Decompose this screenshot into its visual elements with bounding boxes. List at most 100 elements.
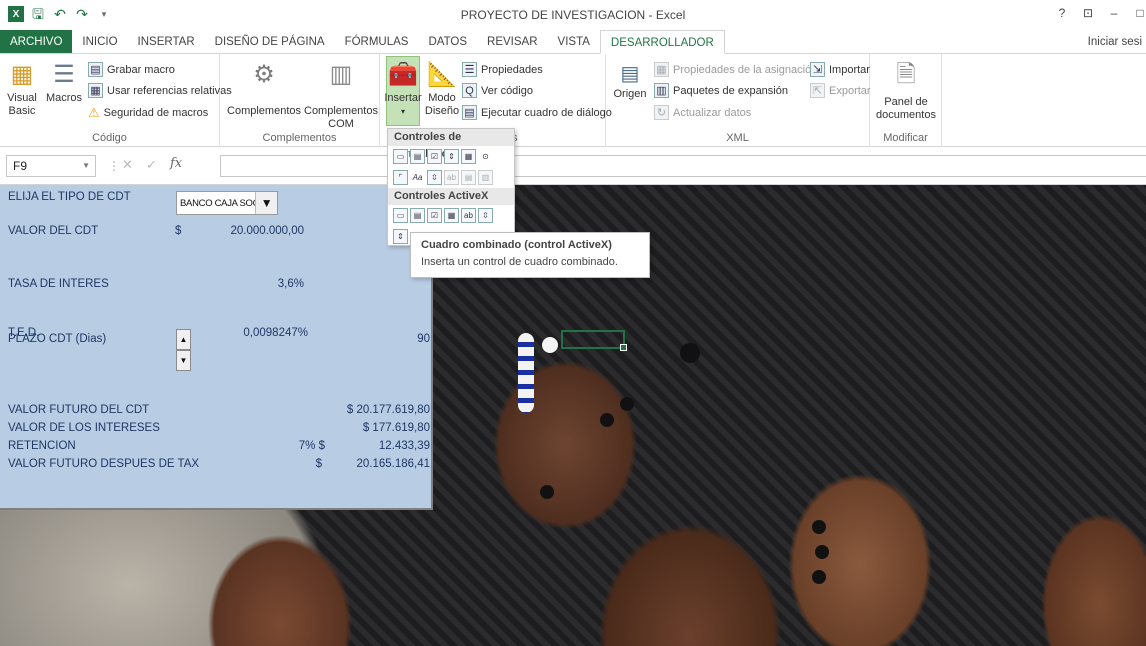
panel-documentos-button[interactable]: 🗎 Panel de documentos xyxy=(874,58,938,122)
spin-up-button[interactable]: ▲ xyxy=(176,329,191,350)
bead-image xyxy=(542,337,558,353)
option-button-control-icon[interactable]: ⊙ xyxy=(478,149,493,164)
ribbon: ▦ Visual Basic ☰ Macros ▤ Grabar macro ▦… xyxy=(0,54,1146,147)
scroll-bar-activex-icon[interactable]: ⇳ xyxy=(478,208,493,223)
ribbon-tabs: ARCHIVO INICIO INSERTAR DISEÑO DE PÁGINA… xyxy=(0,30,1146,54)
visual-basic-icon: ▦ xyxy=(10,60,34,88)
bead-image xyxy=(812,570,826,584)
retencion-label: RETENCION xyxy=(8,440,76,452)
help-button[interactable]: ? xyxy=(1056,6,1068,20)
ver-codigo-button[interactable]: Q Ver código xyxy=(462,83,533,98)
visual-basic-button[interactable]: ▦ Visual Basic xyxy=(6,58,38,118)
spin-down-button[interactable]: ▼ xyxy=(176,350,191,371)
formula-input[interactable] xyxy=(220,155,1146,177)
chevron-down-icon: ▾ xyxy=(400,107,405,116)
command-button-activex-icon[interactable]: ▭ xyxy=(393,208,408,223)
group-complementos: ⚙ Complementos ▥ Complementos COM Comple… xyxy=(220,54,380,147)
complementos-button[interactable]: ⚙ Complementos xyxy=(227,58,301,118)
actualizar-datos-button[interactable]: ↻ Actualizar datos xyxy=(654,105,751,120)
form-controls-row-2: ⌜ Aa ⇳ ab ▤ ▥ xyxy=(388,167,514,188)
spin-button-activex-icon[interactable]: ⇕ xyxy=(393,229,408,244)
tab-inicio[interactable]: INICIO xyxy=(72,30,127,53)
group-box-control-icon[interactable]: ⌜ xyxy=(393,170,408,185)
tab-revisar[interactable]: REVISAR xyxy=(477,30,548,53)
despues-tax-value: 20.165.186,41 xyxy=(356,458,430,470)
checkbox-control-icon[interactable]: ☑ xyxy=(427,149,442,164)
maximize-button[interactable]: □ xyxy=(1134,6,1146,20)
grabar-macro-button[interactable]: ▤ Grabar macro xyxy=(88,62,175,77)
selected-cell-f9[interactable] xyxy=(561,330,627,351)
minimize-button[interactable]: – xyxy=(1108,6,1120,20)
tab-formulas[interactable]: FÓRMULAS xyxy=(335,30,419,53)
bead-image xyxy=(680,343,700,363)
view-code-icon: Q xyxy=(462,83,477,98)
checkbox-activex-icon[interactable]: ☑ xyxy=(427,208,442,223)
tab-datos[interactable]: DATOS xyxy=(418,30,477,53)
macros-button[interactable]: ☰ Macros xyxy=(44,58,84,105)
paquetes-expansion-button[interactable]: ▥ Paquetes de expansión xyxy=(654,83,788,98)
tab-desarrollador[interactable]: DESARROLLADOR xyxy=(599,30,725,54)
design-mode-icon: 📐 xyxy=(427,60,457,88)
combo-box-control-icon[interactable]: ▤ xyxy=(410,149,425,164)
intereses-label: VALOR DE LOS INTERESES xyxy=(8,422,160,434)
button-control-icon[interactable]: ▭ xyxy=(393,149,408,164)
scroll-bar-control-icon[interactable]: ⇳ xyxy=(427,170,442,185)
warning-icon: ⚠ xyxy=(88,105,100,120)
insertar-button[interactable]: 🧰 Insertar ▾ xyxy=(384,58,421,118)
list-box-activex-icon[interactable]: ▦ xyxy=(444,208,459,223)
plazo-value: 90 xyxy=(417,333,430,345)
bead-image xyxy=(600,413,614,427)
list-box-control-icon[interactable]: ▦ xyxy=(461,149,476,164)
tab-archivo[interactable]: ARCHIVO xyxy=(0,30,73,53)
chevron-down-icon[interactable]: ▼ xyxy=(255,192,277,214)
combo-box-activex-icon[interactable]: ▤ xyxy=(410,208,425,223)
text-field-control-icon[interactable]: ab xyxy=(444,170,459,185)
sign-in-link[interactable]: Iniciar sesi xyxy=(1088,36,1142,48)
retencion-value: 12.433,39 xyxy=(378,440,430,452)
text-box-activex-icon[interactable]: ab xyxy=(461,208,476,223)
tab-insertar[interactable]: INSERTAR xyxy=(128,30,205,53)
exportar-button[interactable]: ⇱ Exportar xyxy=(810,83,871,98)
retencion-pct: 7% $ xyxy=(298,440,325,452)
relative-references-icon: ▦ xyxy=(88,83,103,98)
group-codigo: ▦ Visual Basic ☰ Macros ▤ Grabar macro ▦… xyxy=(0,54,232,147)
spin-button-control-icon[interactable]: ⇕ xyxy=(444,149,459,164)
ribbon-display-button[interactable]: ⊡ xyxy=(1082,6,1094,20)
despues-tax-label: VALOR FUTURO DESPUES DE TAX xyxy=(8,458,200,470)
plazo-spinner[interactable]: ▲ ▼ xyxy=(176,329,191,371)
tipo-cdt-combobox[interactable]: BANCO CAJA SOCIAL ▼ xyxy=(176,191,278,215)
propiedades-asignacion-button[interactable]: ▦ Propiedades de la asignación xyxy=(654,62,817,77)
enter-icon[interactable]: ✓ xyxy=(146,157,157,173)
group-xml: ▤ Origen ▦ Propiedades de la asignación … xyxy=(606,54,871,147)
combo-list-edit-control-icon[interactable]: ▤ xyxy=(461,170,476,185)
ejecutar-cuadro-button[interactable]: ▤ Ejecutar cuadro de diálogo xyxy=(462,105,612,120)
complementos-com-button[interactable]: ▥ Complementos COM xyxy=(302,58,380,131)
gear-icon: ⚙ xyxy=(253,60,275,88)
name-box[interactable]: F9 ▼ xyxy=(6,155,96,177)
formula-separator: ⋮ xyxy=(108,159,120,173)
export-icon: ⇱ xyxy=(810,83,825,98)
intereses-value: $ 177.619,80 xyxy=(362,422,430,434)
importar-button[interactable]: ⇲ Importar xyxy=(810,62,870,77)
valor-futuro-value: $ 20.177.619,80 xyxy=(346,404,430,416)
insert-function-icon[interactable]: fx xyxy=(170,156,182,171)
modo-diseno-button[interactable]: 📐 Modo Diseño xyxy=(424,58,460,118)
refresh-data-icon: ↻ xyxy=(654,105,669,120)
combo-drop-edit-control-icon[interactable]: ▥ xyxy=(478,170,493,185)
formula-bar: F9 ▼ ⋮ ✕ ✓ fx xyxy=(0,147,1146,185)
seguridad-macros-button[interactable]: ⚠ Seguridad de macros xyxy=(88,105,208,121)
window-title: PROYECTO DE INVESTIGACION - Excel xyxy=(460,8,686,22)
usar-referencias-button[interactable]: ▦ Usar referencias relativas xyxy=(88,83,232,98)
expansion-packs-icon: ▥ xyxy=(654,83,669,98)
origen-button[interactable]: ▤ Origen xyxy=(613,62,646,101)
label-control-icon[interactable]: Aa xyxy=(410,170,425,185)
cancel-icon[interactable]: ✕ xyxy=(122,157,133,173)
propiedades-button[interactable]: ☰ Propiedades xyxy=(462,62,543,77)
chevron-down-icon: ▼ xyxy=(82,161,90,170)
title-bar: X 🖫 ↶ ↷ ▾ PROYECTO DE INVESTIGACION - Ex… xyxy=(0,0,1146,30)
tooltip-title: Cuadro combinado (control ActiveX) xyxy=(421,239,612,251)
import-icon: ⇲ xyxy=(810,62,825,77)
tasa-interes-value: 3,6% xyxy=(277,278,304,290)
tab-vista[interactable]: VISTA xyxy=(548,30,600,53)
tab-diseno-pagina[interactable]: DISEÑO DE PÁGINA xyxy=(205,30,335,53)
